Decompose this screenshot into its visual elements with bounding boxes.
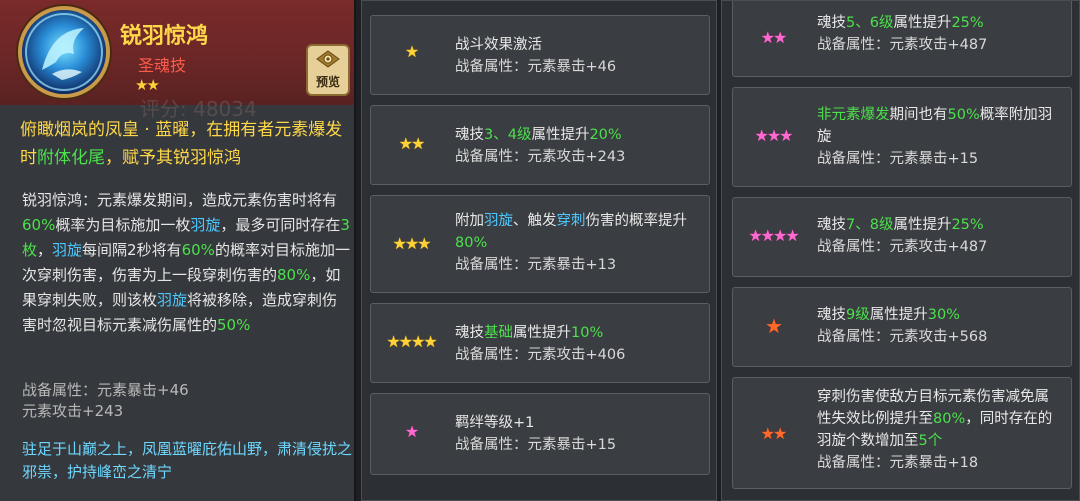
upgrade-card: ★ 羁绊等级+1 战备属性：元素暴击+15 bbox=[370, 393, 710, 475]
star-rating: ★★★ bbox=[754, 126, 793, 145]
upgrade-card: ★★ 穿刺伤害使敌方目标元素伤害减免属性失效比例提升至80%，同时存在的羽旋个数… bbox=[732, 377, 1072, 489]
upgrade-card: ★★★★ 魂技7、8级属性提升25% 战备属性：元素攻击+487 bbox=[732, 197, 1072, 277]
star-rating: ★★ bbox=[398, 134, 426, 153]
star-rating: ★★★★ bbox=[386, 332, 437, 351]
card-stat: 战备属性：元素攻击+406 bbox=[455, 347, 626, 363]
card-effect: 非元素爆发期间也有50%概率附加羽旋 bbox=[817, 107, 1053, 145]
card-stat: 战备属性：元素暴击+15 bbox=[455, 437, 617, 453]
star-rating: ★ bbox=[765, 314, 783, 338]
card-stat: 战备属性：元素攻击+487 bbox=[817, 239, 988, 255]
card-effect: 魂技3、4级属性提升20% bbox=[455, 127, 622, 143]
skill-description: 锐羽惊鸿：元素爆发期间，造成元素伤害时将有60%概率为目标施加一枚羽旋，最多可同… bbox=[22, 191, 350, 334]
card-stat: 战备属性：元素攻击+487 bbox=[817, 37, 988, 53]
preview-label: 预览 bbox=[315, 75, 340, 89]
card-stat: 战备属性：元素暴击+18 bbox=[817, 455, 979, 471]
stat-line: 元素攻击+243 bbox=[22, 402, 124, 420]
eye-icon bbox=[316, 50, 340, 68]
skill-type: 圣魂技 bbox=[138, 56, 187, 75]
card-effect: 魂技5、6级属性提升25% bbox=[817, 15, 984, 31]
card-effect: 魂技基础属性提升10% bbox=[455, 325, 604, 341]
card-effect: 穿刺伤害使敌方目标元素伤害减免属性失效比例提升至80%，同时存在的羽旋个数增加至… bbox=[817, 389, 1053, 449]
card-stat: 战备属性：元素暴击+46 bbox=[455, 59, 617, 75]
star-rating: ★ bbox=[404, 42, 419, 61]
upgrade-list-left[interactable]: ★ 战斗效果激活 战备属性：元素暴击+46 ★★ 魂技3、4级属性提升20% 战… bbox=[361, 0, 717, 501]
card-effect: 战斗效果激活 bbox=[455, 37, 542, 53]
skill-icon[interactable] bbox=[22, 10, 106, 94]
upgrade-card: ★★★★ 魂技基础属性提升10% 战备属性：元素攻击+406 bbox=[370, 303, 710, 383]
upgrade-card: ★★★ 非元素爆发期间也有50%概率附加羽旋 战备属性：元素暴击+15 bbox=[732, 87, 1072, 187]
upgrade-card: ★ 战斗效果激活 战备属性：元素暴击+46 bbox=[370, 15, 710, 95]
skill-stats: 战备属性：元素暴击+46 元素攻击+243 bbox=[22, 380, 189, 422]
skill-stars: ★★ bbox=[135, 76, 160, 94]
skill-detail-panel: 锐羽惊鸿 圣魂技 ★★ 评分: 48034 预览 俯瞰烟岚的凤皇 · 蓝曜，在拥… bbox=[0, 0, 356, 501]
lore-text: 俯瞰烟岚的凤皇 · 蓝曜，在拥有者 bbox=[20, 120, 275, 140]
card-stat: 战备属性：元素暴击+15 bbox=[817, 151, 979, 167]
lore-text-end: ，赋予其锐羽惊鸿 bbox=[105, 148, 241, 168]
stat-line: 战备属性：元素暴击+46 bbox=[22, 381, 189, 399]
skill-name: 锐羽惊鸿 bbox=[120, 24, 209, 49]
card-stat: 战备属性：元素暴击+13 bbox=[455, 257, 617, 273]
card-effect: 附加羽旋、触发穿刺伤害的概率提升80% bbox=[455, 213, 687, 251]
star-rating: ★ bbox=[404, 422, 419, 441]
skill-header: 锐羽惊鸿 圣魂技 ★★ 评分: 48034 预览 bbox=[0, 0, 354, 121]
lore-highlight-green: 附体化尾 bbox=[37, 148, 105, 168]
upgrade-card: ★ 魂技9级属性提升30% 战备属性：元素攻击+568 bbox=[732, 287, 1072, 367]
card-stat: 战备属性：元素攻击+243 bbox=[455, 149, 626, 165]
star-rating: ★★★ bbox=[392, 234, 431, 253]
upgrade-list-right[interactable]: ★★ 魂技5、6级属性提升25% 战备属性：元素攻击+487 ★★★ 非元素爆发… bbox=[721, 0, 1080, 501]
card-effect: 魂技7、8级属性提升25% bbox=[817, 217, 984, 233]
card-stat: 战备属性：元素攻击+568 bbox=[817, 329, 988, 345]
star-rating: ★★ bbox=[760, 28, 788, 47]
preview-button[interactable]: 预览 bbox=[306, 44, 350, 96]
card-effect: 羁绊等级+1 bbox=[455, 415, 535, 431]
upgrade-card: ★★★ 附加羽旋、触发穿刺伤害的概率提升80% 战备属性：元素暴击+13 bbox=[370, 195, 710, 293]
star-rating: ★★ bbox=[760, 424, 788, 443]
card-effect: 魂技9级属性提升30% bbox=[817, 307, 960, 323]
upgrade-card: ★★ 魂技3、4级属性提升20% 战备属性：元素攻击+243 bbox=[370, 105, 710, 185]
flavor-text: 驻足于山巅之上，凤凰蓝曜庇佑山野，肃清侵扰之邪祟，护持峰峦之清宁 bbox=[22, 440, 353, 481]
upgrade-card: ★★ 魂技5、6级属性提升25% 战备属性：元素攻击+487 bbox=[732, 1, 1072, 77]
skill-lore: 俯瞰烟岚的凤皇 · 蓝曜，在拥有者元素爆发时附体化尾，赋予其锐羽惊鸿 bbox=[20, 116, 350, 172]
star-rating: ★★★★ bbox=[748, 226, 799, 245]
